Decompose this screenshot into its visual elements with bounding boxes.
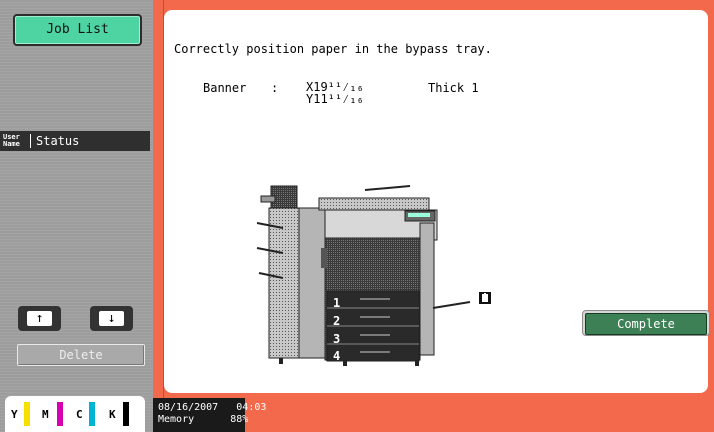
paper-size-separator: : bbox=[271, 81, 279, 95]
instruction-message: Correctly position paper in the bypass t… bbox=[174, 42, 492, 56]
arrow-up-icon: ↑ bbox=[27, 311, 52, 326]
toner-indicator: Y M C K bbox=[5, 396, 145, 432]
toner-letter-k: K bbox=[109, 408, 116, 421]
arrow-down-icon: ↓ bbox=[99, 311, 124, 326]
paper-type: Thick 1 bbox=[428, 81, 479, 95]
tray-number-1: 1 bbox=[333, 296, 341, 310]
job-list-button[interactable]: Job List bbox=[13, 14, 142, 46]
user-name-column-header: User Name bbox=[3, 133, 20, 148]
toner-level-m bbox=[57, 402, 63, 426]
toner-letter-c: C bbox=[76, 408, 83, 421]
toner-level-y bbox=[24, 402, 30, 426]
memory-value: 88% bbox=[230, 414, 249, 425]
time-text: 04:03 bbox=[236, 402, 267, 413]
complete-button-label: Complete bbox=[585, 313, 707, 335]
toner-level-c bbox=[89, 402, 95, 426]
toner-level-k bbox=[123, 402, 129, 426]
tray-number-4: 4 bbox=[333, 349, 341, 363]
date-text: 08/16/2007 bbox=[158, 402, 219, 413]
scroll-up-button[interactable]: ↑ bbox=[18, 306, 61, 331]
hand-icon bbox=[479, 292, 491, 304]
column-divider bbox=[30, 134, 31, 148]
job-list-header: User Name Status bbox=[0, 131, 150, 151]
frame-tab-edge bbox=[153, 0, 164, 398]
scroll-down-button[interactable]: ↓ bbox=[90, 306, 133, 331]
tray-number-3: 3 bbox=[333, 332, 341, 346]
status-column-header: Status bbox=[36, 134, 80, 148]
toner-letter-m: M bbox=[42, 408, 49, 421]
paper-dimension-y: Y11¹¹⁄₁₆ bbox=[306, 92, 364, 106]
printer-illustration bbox=[256, 185, 471, 366]
toner-letter-y: Y bbox=[11, 408, 18, 421]
delete-button[interactable]: Delete bbox=[17, 344, 145, 366]
paper-size-label: Banner bbox=[203, 81, 247, 95]
complete-button[interactable]: Complete bbox=[582, 310, 710, 336]
left-panel: Job List User Name Status ↑ ↓ Delete Y M… bbox=[0, 0, 153, 432]
memory-label: Memory bbox=[158, 414, 195, 425]
tray-number-2: 2 bbox=[333, 314, 341, 328]
status-clock: 08/16/2007 04:03 Memory 88% bbox=[153, 398, 266, 432]
